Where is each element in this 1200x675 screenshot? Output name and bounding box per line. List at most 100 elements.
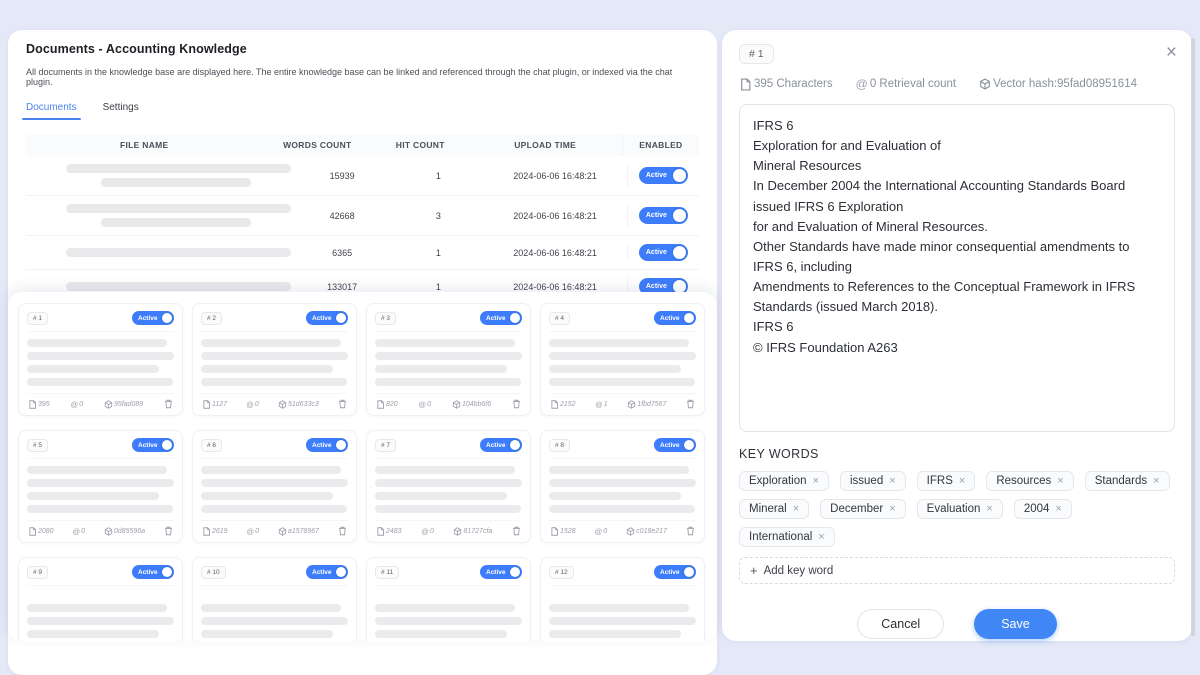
chunk-card-footer: 2483 @ 0 81727cfa <box>375 520 522 542</box>
character-count: 2619 <box>202 527 228 536</box>
delete-chunk-button[interactable] <box>686 399 695 409</box>
keyword-tag[interactable]: Resources × <box>986 471 1073 491</box>
delete-chunk-button[interactable] <box>686 526 695 536</box>
keyword-tag[interactable]: Mineral × <box>739 499 809 519</box>
chunk-card-footer: 2152 @ 1 1fbd7567 <box>549 393 696 415</box>
table-row[interactable]: 42668 3 2024-06-06 16:48:21 Active <box>26 196 699 236</box>
remove-keyword-icon[interactable]: × <box>889 475 895 487</box>
enabled-toggle[interactable]: Active <box>639 244 688 261</box>
keyword-tag[interactable]: December × <box>820 499 906 519</box>
chunk-card[interactable]: # 6 Active 2619 @ 0 <box>192 430 357 543</box>
remove-keyword-icon[interactable]: × <box>889 503 895 515</box>
keyword-tag[interactable]: Standards × <box>1085 471 1170 491</box>
placeholder-bar <box>375 505 521 513</box>
add-keyword-input[interactable]: + Add key word <box>739 557 1175 584</box>
chunk-id-badge: # 4 <box>549 312 570 325</box>
keyword-tag[interactable]: issued × <box>840 471 906 491</box>
remove-keyword-icon[interactable]: × <box>986 503 992 515</box>
chunk-id-badge: # 6 <box>201 439 222 452</box>
toggle-label: Active <box>138 442 158 449</box>
tab-documents[interactable]: Documents <box>26 102 77 120</box>
chunk-card[interactable]: # 1 Active 395 @ 0 <box>18 303 183 416</box>
chunk-active-toggle[interactable]: Active <box>654 311 696 325</box>
placeholder-bar <box>27 365 159 373</box>
enabled-toggle[interactable]: Active <box>639 207 688 224</box>
placeholder-bar <box>66 248 291 257</box>
remove-keyword-icon[interactable]: × <box>1057 475 1063 487</box>
enabled-toggle[interactable]: Active <box>639 167 688 184</box>
chunk-active-toggle[interactable]: Active <box>132 565 174 579</box>
toggle-label: Active <box>486 442 506 449</box>
delete-chunk-button[interactable] <box>338 399 347 409</box>
cube-icon <box>452 400 461 409</box>
table-row[interactable]: 6365 1 2024-06-06 16:48:21 Active <box>26 236 699 270</box>
toggle-knob-icon <box>673 246 686 259</box>
placeholder-bar <box>549 466 689 474</box>
chunk-active-toggle[interactable]: Active <box>654 438 696 452</box>
chunk-card[interactable]: # 8 Active 1528 @ 0 <box>540 430 705 543</box>
chunk-card[interactable]: # 5 Active 2080 @ 0 <box>18 430 183 543</box>
delete-chunk-button[interactable] <box>512 526 521 536</box>
remove-keyword-icon[interactable]: × <box>1153 475 1159 487</box>
keyword-tag[interactable]: International × <box>739 527 835 547</box>
chunk-card[interactable]: # 9 Active <box>18 557 183 641</box>
delete-chunk-button[interactable] <box>338 526 347 536</box>
chunk-active-toggle[interactable]: Active <box>132 311 174 325</box>
close-icon[interactable]: × <box>1166 46 1177 60</box>
chunk-active-toggle[interactable]: Active <box>306 438 348 452</box>
delete-chunk-button[interactable] <box>164 526 173 536</box>
remove-keyword-icon[interactable]: × <box>959 475 965 487</box>
delete-chunk-button[interactable] <box>512 399 521 409</box>
words-count-cell: 15939 <box>291 171 393 181</box>
chunk-active-toggle[interactable]: Active <box>480 311 522 325</box>
keyword-text: issued <box>850 475 883 487</box>
chunk-card[interactable]: # 3 Active 820 @ 0 <box>366 303 531 416</box>
delete-chunk-button[interactable] <box>164 399 173 409</box>
placeholder-bar <box>549 339 689 347</box>
chunk-card[interactable]: # 11 Active <box>366 557 531 641</box>
retrieval-count: @ 0 <box>246 527 259 536</box>
chunk-card[interactable]: # 2 Active 1127 @ 0 <box>192 303 357 416</box>
chunk-card[interactable]: # 12 Active <box>540 557 705 641</box>
chunk-active-toggle[interactable]: Active <box>306 311 348 325</box>
chunk-active-toggle[interactable]: Active <box>306 565 348 579</box>
remove-keyword-icon[interactable]: × <box>793 503 799 515</box>
chunk-active-toggle[interactable]: Active <box>480 565 522 579</box>
retrieval-count: @ 0 <box>421 527 434 536</box>
retrieval-count: @ 0 <box>71 400 84 409</box>
upload-time-cell: 2024-06-06 16:48:21 <box>483 211 626 221</box>
placeholder-bar <box>66 282 291 291</box>
at-icon: @ <box>856 77 868 91</box>
save-button[interactable]: Save <box>974 609 1057 639</box>
chunk-id-badge: # 1 <box>27 312 48 325</box>
keyword-tag[interactable]: Evaluation × <box>917 499 1003 519</box>
table-row[interactable]: 15939 1 2024-06-06 16:48:21 Active <box>26 156 699 196</box>
vector-hash-stat: Vector hash:95fad08951614 <box>979 78 1137 90</box>
keywords-list: Exploration × issued × IFRS × Resources … <box>739 471 1175 547</box>
placeholder-bar <box>27 617 174 625</box>
keyword-text: Exploration <box>749 475 807 487</box>
chunk-active-toggle[interactable]: Active <box>654 565 696 579</box>
cancel-button[interactable]: Cancel <box>857 609 944 639</box>
chunk-active-toggle[interactable]: Active <box>480 438 522 452</box>
vertical-scrollbar[interactable] <box>1191 38 1195 636</box>
document-icon <box>739 78 752 91</box>
chunk-content-editor[interactable]: IFRS 6 Exploration for and Evaluation of… <box>739 104 1175 432</box>
keyword-tag[interactable]: Exploration × <box>739 471 829 491</box>
chunk-card[interactable]: # 4 Active 2152 @ 1 <box>540 303 705 416</box>
keyword-text: Resources <box>996 475 1051 487</box>
remove-keyword-icon[interactable]: × <box>813 475 819 487</box>
keyword-tag[interactable]: IFRS × <box>917 471 976 491</box>
chunk-active-toggle[interactable]: Active <box>132 438 174 452</box>
toggle-label: Active <box>312 569 332 576</box>
remove-keyword-icon[interactable]: × <box>1055 503 1061 515</box>
keyword-tag[interactable]: 2004 × <box>1014 499 1072 519</box>
chunk-card[interactable]: # 10 Active <box>192 557 357 641</box>
chunk-id-badge: # 10 <box>201 566 226 579</box>
chunk-card[interactable]: # 7 Active 2483 @ 0 <box>366 430 531 543</box>
remove-keyword-icon[interactable]: × <box>818 531 824 543</box>
tab-settings[interactable]: Settings <box>103 102 139 120</box>
chunk-text-placeholder <box>549 459 696 520</box>
placeholder-bar <box>201 378 347 386</box>
hit-count-cell: 1 <box>393 282 483 292</box>
